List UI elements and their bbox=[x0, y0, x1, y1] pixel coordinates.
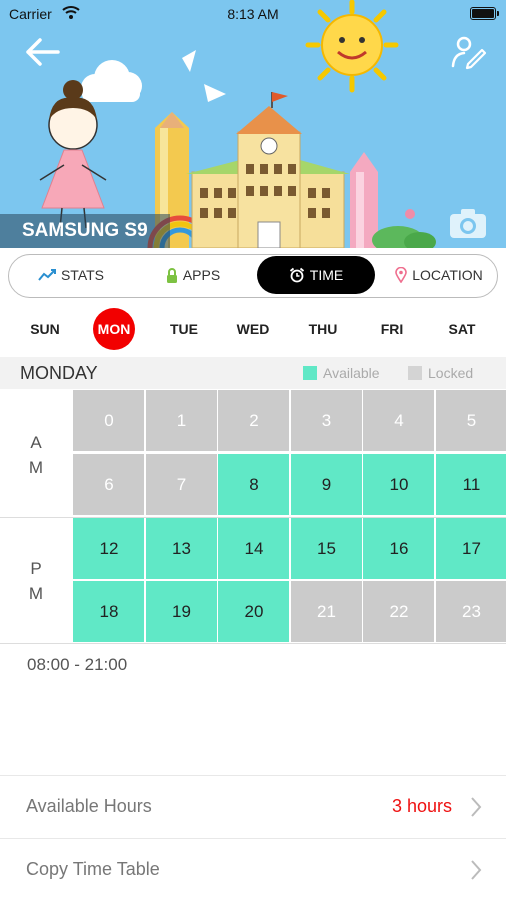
chevron-right-icon bbox=[470, 796, 482, 818]
hour-cell-9[interactable]: 9 bbox=[291, 454, 363, 516]
day-title: MONDAY bbox=[20, 363, 98, 384]
hour-cell-7[interactable]: 7 bbox=[146, 454, 218, 516]
day-label: MON bbox=[93, 308, 135, 350]
hour-cell-11[interactable]: 11 bbox=[436, 454, 506, 516]
tab-time[interactable]: TIME bbox=[257, 256, 375, 294]
day-label: THU bbox=[309, 321, 338, 337]
legend-available-label: Available bbox=[323, 365, 380, 381]
hour-cell-4[interactable]: 4 bbox=[363, 390, 435, 452]
schedule-header: MONDAY Available Locked bbox=[0, 357, 506, 389]
day-label: SUN bbox=[30, 321, 60, 337]
day-sun[interactable]: SUN bbox=[17, 306, 73, 352]
hour-cell-0[interactable]: 0 bbox=[73, 390, 145, 452]
hour-cell-15[interactable]: 15 bbox=[291, 518, 363, 580]
legend-available-swatch bbox=[303, 366, 317, 380]
battery-icon bbox=[470, 7, 496, 20]
device-name-label: SAMSUNG S9 bbox=[0, 214, 170, 248]
hour-cell-12[interactable]: 12 bbox=[73, 518, 145, 580]
day-tue[interactable]: TUE bbox=[156, 306, 212, 352]
hour-cell-5[interactable]: 5 bbox=[436, 390, 506, 452]
school-illustration bbox=[0, 0, 506, 248]
day-mon[interactable]: MON bbox=[86, 306, 142, 352]
copy-time-table-label: Copy Time Table bbox=[26, 859, 160, 880]
copy-time-table-row[interactable]: Copy Time Table bbox=[0, 838, 506, 901]
day-wed[interactable]: WED bbox=[225, 306, 281, 352]
hour-cell-21[interactable]: 21 bbox=[291, 581, 363, 643]
day-label: SAT bbox=[449, 321, 476, 337]
status-time: 8:13 AM bbox=[0, 6, 506, 22]
map-pin-icon bbox=[395, 267, 407, 283]
legend-locked-swatch bbox=[408, 366, 422, 380]
day-sat[interactable]: SAT bbox=[434, 306, 490, 352]
back-arrow-icon[interactable] bbox=[22, 36, 62, 68]
am-label-m: M bbox=[0, 455, 72, 480]
chevron-right-icon bbox=[470, 859, 482, 881]
available-hours-label: Available Hours bbox=[26, 796, 152, 817]
day-label: WED bbox=[237, 321, 270, 337]
day-label: TUE bbox=[170, 321, 198, 337]
hour-cell-10[interactable]: 10 bbox=[363, 454, 435, 516]
hour-cell-17[interactable]: 17 bbox=[436, 518, 506, 580]
tab-apps[interactable]: APPS bbox=[137, 256, 249, 294]
edit-profile-icon[interactable] bbox=[450, 34, 486, 70]
pm-label-p: P bbox=[0, 556, 72, 581]
hour-cell-13[interactable]: 13 bbox=[146, 518, 218, 580]
pm-label: P M bbox=[0, 556, 72, 606]
available-hours-row[interactable]: Available Hours 3 hours bbox=[0, 775, 506, 838]
hour-cell-23[interactable]: 23 bbox=[436, 581, 506, 643]
weekday-selector: SUN MON TUE WED THU FRI SAT bbox=[0, 306, 506, 352]
grid-bottom-divider bbox=[0, 643, 506, 644]
hour-cell-18[interactable]: 18 bbox=[73, 581, 145, 643]
am-label-a: A bbox=[0, 430, 72, 455]
day-label: FRI bbox=[381, 321, 404, 337]
pm-label-m: M bbox=[0, 581, 72, 606]
tab-stats[interactable]: STATS bbox=[15, 256, 127, 294]
tab-location-label: LOCATION bbox=[412, 267, 483, 283]
hour-cell-14[interactable]: 14 bbox=[218, 518, 290, 580]
available-hours-value: 3 hours bbox=[392, 796, 452, 817]
day-thu[interactable]: THU bbox=[295, 306, 351, 352]
available-range: 08:00 - 21:00 bbox=[27, 655, 127, 675]
chart-line-icon bbox=[38, 269, 56, 281]
header-banner: Carrier 8:13 AM SAMSUNG S9 bbox=[0, 0, 506, 248]
hour-cell-3[interactable]: 3 bbox=[291, 390, 363, 452]
day-fri[interactable]: FRI bbox=[364, 306, 420, 352]
camera-icon[interactable] bbox=[448, 206, 488, 240]
lock-icon bbox=[166, 268, 178, 283]
am-label: A M bbox=[0, 430, 72, 480]
hour-cell-2[interactable]: 2 bbox=[218, 390, 290, 452]
tab-stats-label: STATS bbox=[61, 267, 104, 283]
hour-cell-19[interactable]: 19 bbox=[146, 581, 218, 643]
hour-cell-6[interactable]: 6 bbox=[73, 454, 145, 516]
status-bar: Carrier 8:13 AM bbox=[0, 0, 506, 28]
hour-cell-1[interactable]: 1 bbox=[146, 390, 218, 452]
hour-cell-22[interactable]: 22 bbox=[363, 581, 435, 643]
section-tabs: STATS APPS TIME LOCATION bbox=[8, 254, 498, 298]
tab-location[interactable]: LOCATION bbox=[383, 256, 495, 294]
hour-cell-16[interactable]: 16 bbox=[363, 518, 435, 580]
hour-cell-20[interactable]: 20 bbox=[218, 581, 290, 643]
alarm-clock-icon bbox=[289, 267, 305, 283]
tab-apps-label: APPS bbox=[183, 267, 220, 283]
hour-cell-8[interactable]: 8 bbox=[218, 454, 290, 516]
tab-time-label: TIME bbox=[310, 267, 343, 283]
legend-locked-label: Locked bbox=[428, 365, 473, 381]
